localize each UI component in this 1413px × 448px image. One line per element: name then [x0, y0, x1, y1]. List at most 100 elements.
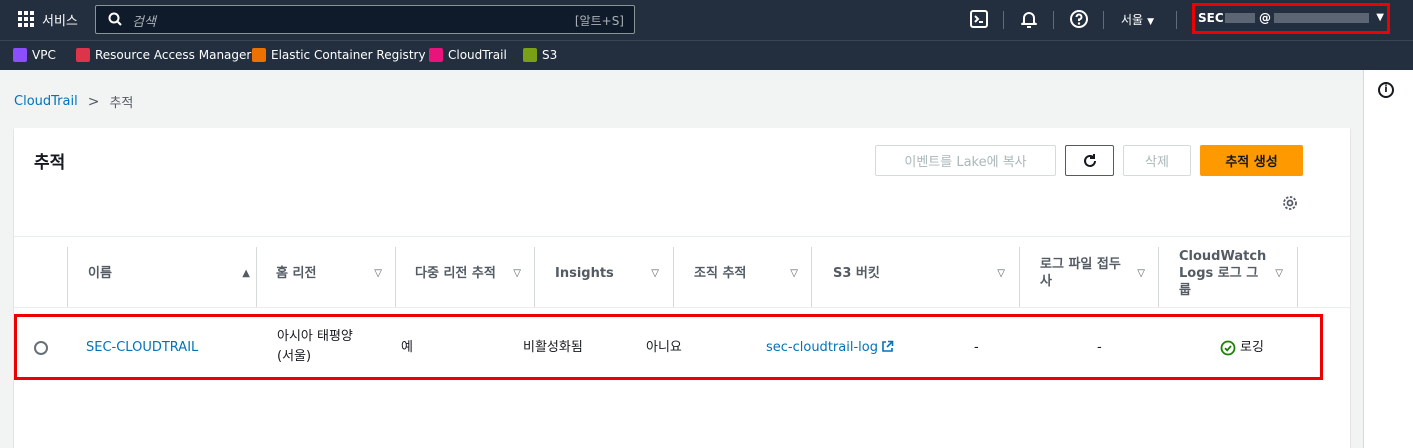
- sort-icon: ▽: [513, 267, 521, 279]
- column-separator: [811, 247, 812, 307]
- favorite-label: Elastic Container Registry: [271, 48, 426, 62]
- column-header-label: 로그 파일 접두사: [1040, 257, 1121, 289]
- ecr-service-icon: [252, 48, 266, 62]
- favorites-bar: VPC Resource Access Manager Elastic Cont…: [0, 40, 1413, 70]
- row-select-radio[interactable]: [34, 341, 48, 355]
- sort-icon: ▽: [790, 267, 798, 279]
- ram-service-icon: [76, 48, 90, 62]
- s3-bucket-link[interactable]: sec-cloudtrail-log: [766, 338, 894, 358]
- column-separator: [67, 247, 68, 307]
- column-header-label: 다중 리전 추적: [415, 265, 496, 281]
- favorite-vpc[interactable]: VPC: [13, 48, 56, 62]
- chevron-right-icon: >: [87, 93, 100, 110]
- column-header-multi-region[interactable]: 다중 리전 추적 ▽: [415, 237, 521, 309]
- breadcrumb: CloudTrail > 추적: [14, 92, 134, 112]
- favorite-label: S3: [542, 48, 558, 62]
- favorite-ecr[interactable]: Elastic Container Registry: [252, 48, 426, 62]
- search-placeholder: 검색: [132, 15, 156, 30]
- services-menu[interactable]: 서비스: [42, 10, 78, 29]
- trails-panel: 추적 이벤트를 Lake에 복사 삭제 추적 생성 이름 ▲ 홈 리전 ▽ 다중…: [14, 128, 1350, 448]
- insights-cell: 비활성화됨: [523, 340, 583, 355]
- column-separator: [673, 247, 674, 307]
- search-shortcut: [알트+S]: [574, 14, 624, 28]
- favorite-s3[interactable]: S3: [523, 48, 557, 62]
- nav-divider: [1176, 11, 1177, 29]
- favorite-cloudtrail[interactable]: CloudTrail: [429, 48, 507, 62]
- status-success-icon: [1220, 340, 1236, 356]
- column-header-label: CloudWatch Logs 로그 그룹: [1179, 248, 1267, 298]
- cloudwatch-logs-cell: -: [1097, 340, 1102, 355]
- multi-region-cell: 예: [401, 340, 413, 355]
- column-header-label: Insights: [555, 265, 614, 281]
- top-navigation: 서비스 검색 [알트+S] 서울 ▼ SEC @ ▼: [0, 0, 1413, 40]
- services-grid-icon[interactable]: [18, 11, 34, 27]
- table-header: 이름 ▲ 홈 리전 ▽ 다중 리전 추적 ▽ Insights ▽ 조직 추적 …: [14, 236, 1350, 308]
- column-header-label: 홈 리전: [276, 265, 317, 281]
- nav-divider: [1053, 11, 1054, 29]
- column-header-insights[interactable]: Insights ▽: [555, 237, 659, 309]
- account-at: @: [1259, 11, 1271, 25]
- column-header-cloudwatch-logs[interactable]: CloudWatch Logs 로그 그룹 ▽: [1179, 237, 1283, 309]
- org-trail-cell: 아니요: [646, 340, 682, 355]
- trail-name-link[interactable]: SEC-CLOUDTRAIL: [86, 338, 198, 358]
- column-header-name[interactable]: 이름 ▲: [88, 237, 250, 309]
- gear-icon[interactable]: [1282, 195, 1298, 211]
- column-header-log-file-prefix[interactable]: 로그 파일 접두사 ▽: [1040, 237, 1145, 309]
- refresh-icon: [1083, 153, 1096, 167]
- s3-service-icon: [523, 48, 537, 62]
- favorite-label: VPC: [32, 48, 56, 62]
- column-separator: [534, 247, 535, 307]
- breadcrumb-current: 추적: [109, 96, 134, 111]
- log-file-prefix-cell: -: [974, 340, 979, 355]
- external-link-icon: [882, 340, 894, 352]
- sort-icon: ▽: [651, 267, 659, 279]
- column-header-home-region[interactable]: 홈 리전 ▽: [276, 237, 382, 309]
- cloudshell-icon[interactable]: [969, 9, 989, 29]
- nav-divider: [1103, 11, 1104, 29]
- account-prefix: SEC: [1198, 11, 1224, 25]
- refresh-button[interactable]: [1065, 145, 1114, 176]
- column-separator: [1158, 247, 1159, 307]
- copy-to-lake-button[interactable]: 이벤트를 Lake에 복사: [875, 145, 1056, 176]
- nav-divider: [1003, 11, 1004, 29]
- info-icon[interactable]: i: [1378, 82, 1394, 98]
- cloudtrail-service-icon: [429, 48, 443, 62]
- column-header-label: S3 버킷: [833, 265, 880, 281]
- help-icon[interactable]: [1069, 9, 1089, 29]
- tools-rail: i: [1363, 70, 1413, 448]
- column-header-label: 조직 추적: [694, 265, 747, 281]
- column-separator: [395, 247, 396, 307]
- column-separator: [1297, 247, 1298, 307]
- create-trail-button[interactable]: 추적 생성: [1200, 145, 1303, 176]
- column-separator: [256, 247, 257, 307]
- sort-icon: ▽: [374, 267, 382, 279]
- account-menu[interactable]: SEC @ ▼: [1192, 3, 1390, 34]
- region-label: 서울: [1121, 13, 1144, 27]
- sort-icon: ▽: [1275, 267, 1283, 279]
- sort-icon: ▽: [1137, 267, 1145, 279]
- sort-ascending-icon: ▲: [242, 267, 250, 279]
- notifications-bell-icon[interactable]: [1019, 9, 1039, 29]
- sort-icon: ▽: [997, 267, 1005, 279]
- search-input[interactable]: 검색 [알트+S]: [95, 5, 635, 34]
- favorite-ram[interactable]: Resource Access Manager: [76, 48, 251, 62]
- redacted-account-part: [1225, 13, 1255, 23]
- status-label: 로깅: [1240, 340, 1264, 355]
- column-header-s3-bucket[interactable]: S3 버킷 ▽: [833, 237, 1005, 309]
- s3-bucket-label: sec-cloudtrail-log: [766, 340, 878, 355]
- status-badge: 로깅: [1220, 338, 1264, 358]
- favorite-label: CloudTrail: [448, 48, 507, 62]
- column-header-label: 이름: [88, 265, 112, 281]
- caret-down-icon: ▼: [1147, 17, 1155, 27]
- delete-button[interactable]: 삭제: [1123, 145, 1191, 176]
- search-icon: [108, 12, 122, 26]
- caret-down-icon: ▼: [1376, 12, 1384, 23]
- breadcrumb-cloudtrail[interactable]: CloudTrail: [14, 94, 78, 109]
- column-header-org-trail[interactable]: 조직 추적 ▽: [694, 237, 798, 309]
- page-title: 추적: [34, 153, 66, 173]
- home-region-cell: 아시아 태평양(서울): [277, 329, 353, 364]
- favorite-label: Resource Access Manager: [95, 48, 252, 62]
- vpc-service-icon: [13, 48, 27, 62]
- column-separator: [1019, 247, 1020, 307]
- region-selector[interactable]: 서울 ▼: [1121, 11, 1154, 28]
